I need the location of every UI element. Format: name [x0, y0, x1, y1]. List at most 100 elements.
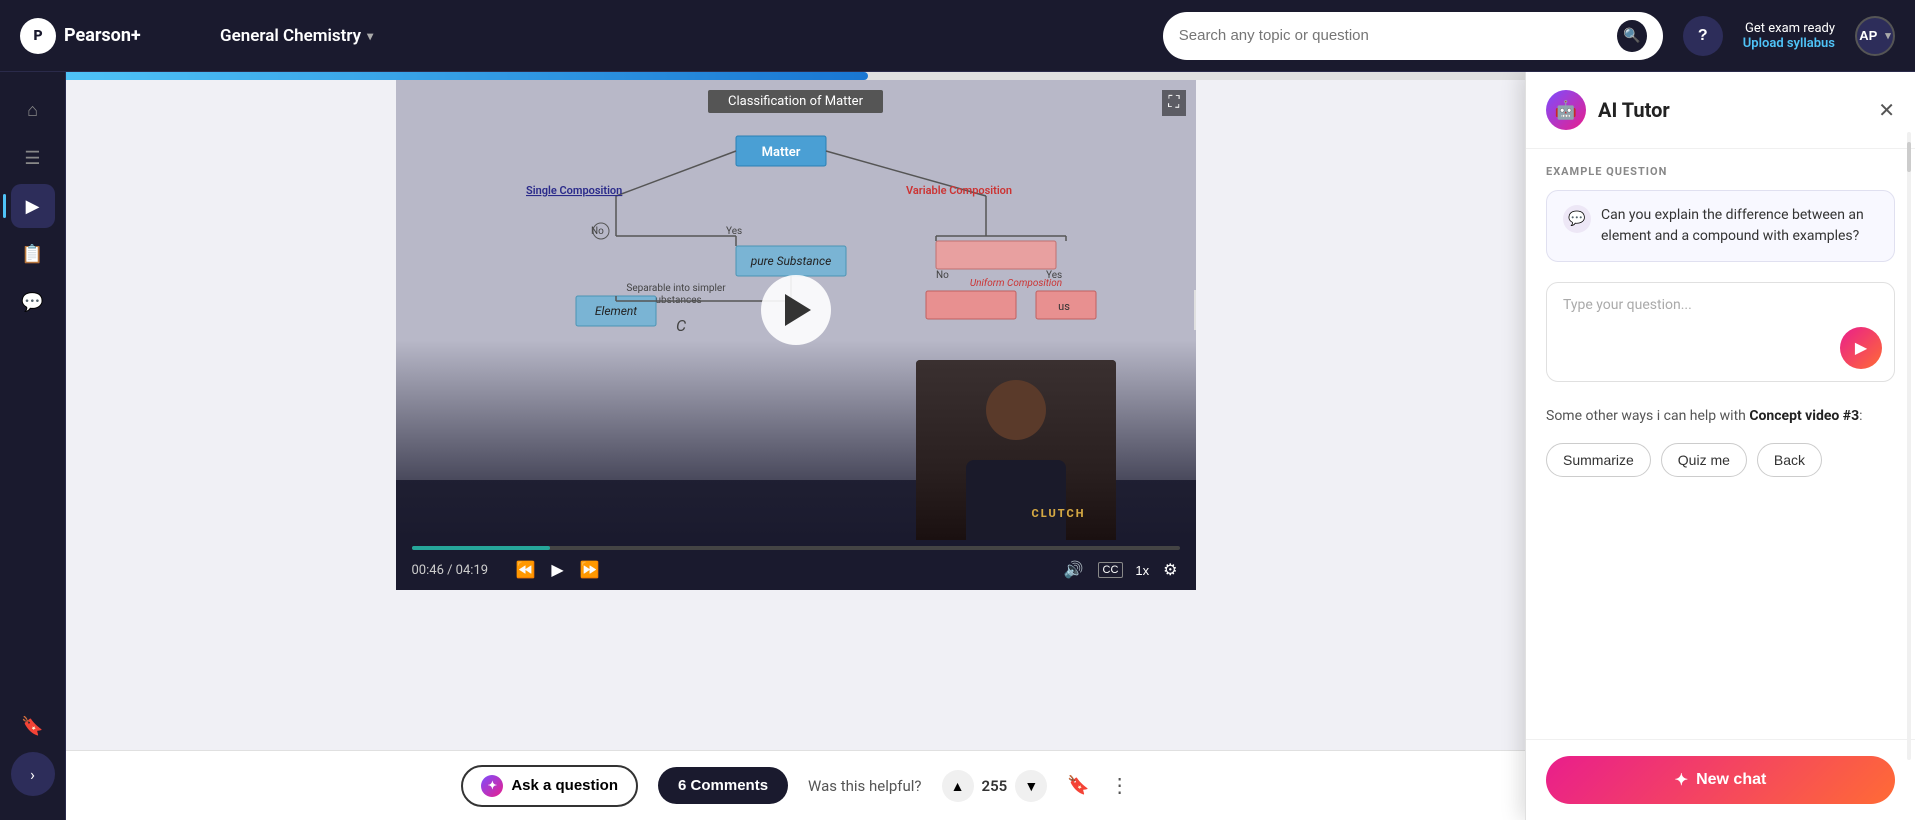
- bottom-bar: ✦ Ask a question 6 Comments Was this hel…: [66, 750, 1525, 820]
- close-button[interactable]: ✕: [1878, 98, 1895, 123]
- question-bubble-icon: 💬: [1563, 205, 1591, 233]
- cc-button[interactable]: CC: [1098, 562, 1124, 578]
- more-options-button[interactable]: ⋮: [1110, 773, 1130, 798]
- course-title-dropdown[interactable]: General Chemistry ▾: [220, 26, 373, 46]
- fullscreen-icon: ⛶: [1168, 94, 1179, 111]
- new-chat-button[interactable]: ✦ New chat: [1546, 756, 1895, 804]
- svg-text:Element: Element: [594, 304, 636, 318]
- progress-bar-fill: [66, 72, 868, 80]
- svg-text:Single Composition: Single Composition: [526, 184, 622, 197]
- svg-text:Variable Composition: Variable Composition: [906, 184, 1012, 197]
- svg-text:pure Substance: pure Substance: [749, 254, 831, 268]
- summarize-label: Summarize: [1563, 452, 1634, 468]
- ai-tutor-icon: 🤖: [1546, 90, 1586, 130]
- ask-question-label: Ask a question: [511, 777, 618, 794]
- video-progress-track[interactable]: [412, 546, 1180, 550]
- video-wrapper: Classification of Matter Matter Single C…: [396, 80, 1196, 590]
- instructor-silhouette: [916, 360, 1116, 540]
- svg-text:Yes: Yes: [726, 226, 742, 237]
- exam-ready-section: Get exam ready Upload syllabus: [1743, 21, 1835, 51]
- sidebar-item-bookmark[interactable]: 🔖: [11, 704, 55, 748]
- avatar-chevron-icon: ▾: [1885, 29, 1891, 42]
- back-button[interactable]: Back: [1757, 443, 1822, 477]
- clutch-logo: CLUTCH: [1032, 507, 1086, 520]
- sidebar-item-play[interactable]: ▶: [11, 184, 55, 228]
- summarize-button[interactable]: Summarize: [1546, 443, 1651, 477]
- help-icon: ?: [1698, 27, 1708, 45]
- svg-text:us: us: [1058, 300, 1070, 313]
- send-button[interactable]: ▶: [1840, 327, 1882, 369]
- search-button[interactable]: 🔍: [1617, 20, 1646, 52]
- settings-icon: ⚙: [1163, 560, 1177, 580]
- video-controls: 00:46 / 04:19 ⏪ ▶ ⏩ 🔊: [396, 540, 1196, 590]
- course-title: General Chemistry: [220, 26, 361, 46]
- exam-ready-label: Get exam ready: [1745, 21, 1835, 36]
- ai-tutor-header: 🤖 AI Tutor ✕: [1526, 72, 1915, 149]
- sidebar-expand-button[interactable]: ›: [11, 752, 55, 796]
- search-bar: 🔍: [1163, 12, 1663, 60]
- close-icon: ✕: [1878, 100, 1895, 122]
- play-icon: ▶: [26, 196, 40, 217]
- comments-button[interactable]: 6 Comments: [658, 767, 788, 804]
- speed-label: 1x: [1135, 563, 1149, 578]
- instructor-body: [966, 460, 1066, 540]
- pearson-logo: P: [20, 18, 56, 54]
- bookmark-button[interactable]: 🔖: [1067, 775, 1089, 796]
- svg-text:Matter: Matter: [761, 145, 800, 160]
- main-content: ⌂ ☰ ▶ 📋 💬 🔖 ›: [0, 72, 1915, 820]
- rewind-button[interactable]: ⏪: [514, 558, 538, 582]
- course-chevron-icon: ▾: [367, 29, 373, 43]
- instructor-head: [986, 380, 1046, 440]
- speed-button[interactable]: 1x: [1135, 563, 1149, 578]
- play-button-overlay[interactable]: [761, 275, 831, 345]
- video-player[interactable]: Classification of Matter Matter Single C…: [396, 80, 1196, 540]
- sidebar-item-home[interactable]: ⌂: [11, 88, 55, 132]
- ai-tutor-footer: ✦ New chat: [1526, 739, 1915, 820]
- sidebar-item-chat[interactable]: 💬: [11, 280, 55, 324]
- question-placeholder: Type your question...: [1563, 297, 1878, 313]
- search-input[interactable]: [1179, 27, 1608, 44]
- play-pause-button[interactable]: ▶: [549, 558, 565, 582]
- quiz-me-button[interactable]: Quiz me: [1661, 443, 1747, 477]
- left-sidebar: ⌂ ☰ ▶ 📋 💬 🔖 ›: [0, 72, 66, 820]
- tasks-icon: 📋: [21, 244, 43, 265]
- downvote-button[interactable]: ▼: [1015, 770, 1047, 802]
- more-options-icon: ⋮: [1110, 775, 1130, 797]
- settings-button[interactable]: ⚙: [1161, 558, 1179, 582]
- volume-icon: 🔊: [1064, 560, 1084, 580]
- sidebar-item-tasks[interactable]: 📋: [11, 232, 55, 276]
- collapse-arrow[interactable]: ‹: [1194, 290, 1196, 330]
- svg-text:Separable into simpler: Separable into simpler: [626, 283, 726, 294]
- new-chat-icon: ✦: [1675, 770, 1688, 790]
- fullscreen-button[interactable]: ⛶: [1162, 90, 1185, 116]
- bookmark-icon: 🔖: [21, 716, 43, 737]
- expand-icon: ›: [30, 765, 35, 784]
- svg-text:Yes: Yes: [1046, 270, 1062, 281]
- search-icon: 🔍: [1623, 27, 1640, 44]
- top-navigation: P Pearson+ General Chemistry ▾ 🔍 ? Get e…: [0, 0, 1915, 72]
- ask-question-button[interactable]: ✦ Ask a question: [461, 765, 638, 807]
- forward-button[interactable]: ⏩: [578, 558, 602, 582]
- avatar-button[interactable]: AP ▾: [1855, 16, 1895, 56]
- help-button[interactable]: ?: [1683, 16, 1723, 56]
- bookmark-icon: 🔖: [1067, 775, 1089, 795]
- back-label: Back: [1774, 452, 1805, 468]
- active-indicator: [3, 194, 6, 218]
- scrollbar-track[interactable]: [1907, 132, 1911, 760]
- rewind-icon: ⏪: [516, 560, 536, 580]
- example-question-label: EXAMPLE QUESTION: [1546, 165, 1895, 178]
- upvote-button[interactable]: ▲: [942, 770, 974, 802]
- home-icon: ⌂: [27, 100, 38, 121]
- svg-text:C: C: [676, 316, 686, 335]
- center-content: Classification of Matter Matter Single C…: [66, 72, 1525, 820]
- notes-icon: ☰: [24, 148, 40, 169]
- ai-tutor-body[interactable]: EXAMPLE QUESTION 💬 Can you explain the d…: [1526, 149, 1915, 739]
- upload-syllabus-link[interactable]: Upload syllabus: [1743, 36, 1835, 51]
- chat-icon: 💬: [21, 292, 43, 313]
- helper-text: Some other ways i can help with Concept …: [1546, 406, 1895, 427]
- sidebar-item-notes[interactable]: ☰: [11, 136, 55, 180]
- video-progress-fill: [412, 546, 550, 550]
- helpful-text: Was this helpful?: [808, 777, 921, 795]
- volume-button[interactable]: 🔊: [1062, 558, 1086, 582]
- helper-suffix: :: [1859, 408, 1862, 424]
